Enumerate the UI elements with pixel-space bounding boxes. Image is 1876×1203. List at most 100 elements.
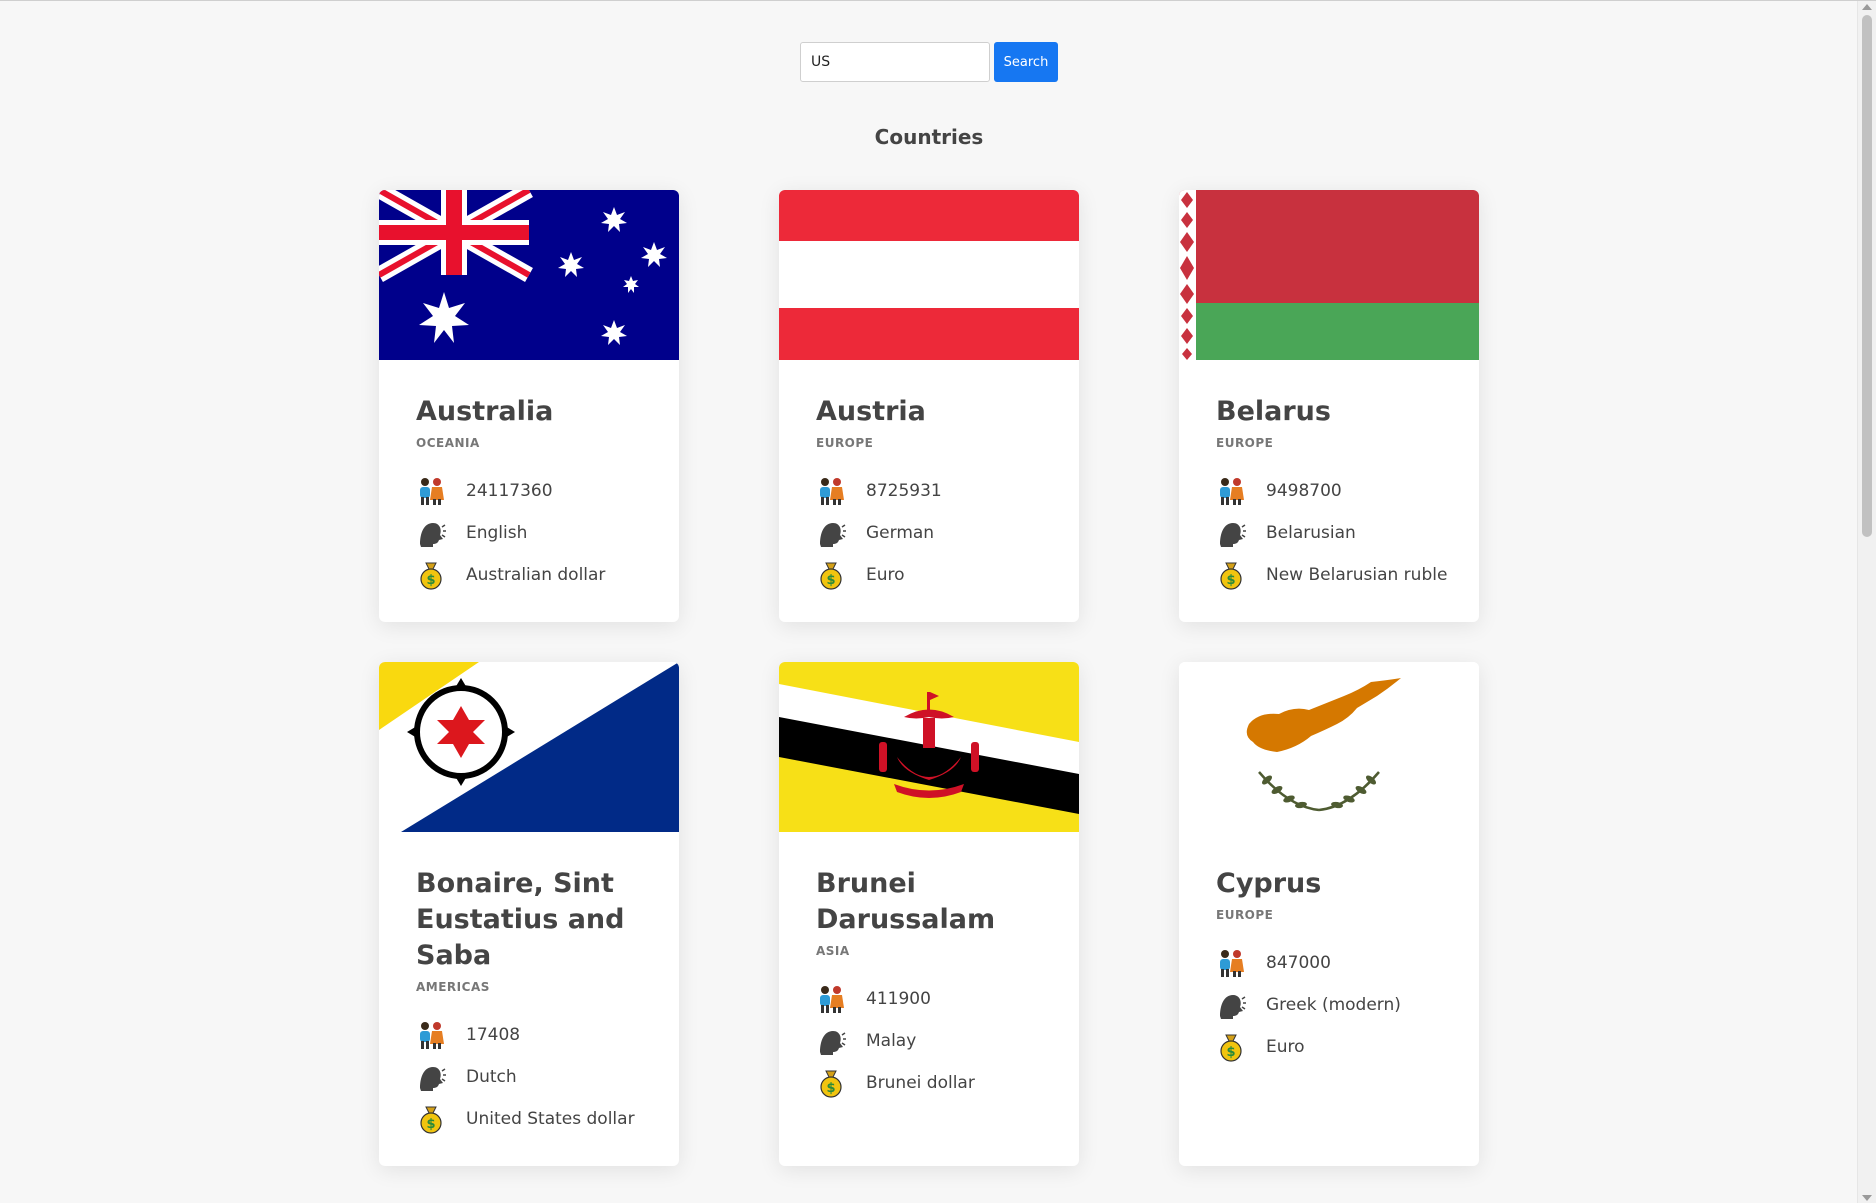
country-card[interactable]: Bonaire, Sint Eustatius and Saba AMERICA… xyxy=(379,662,679,1166)
people-icon xyxy=(1220,478,1244,505)
svg-text:$: $ xyxy=(826,573,835,588)
country-region: EUROPE xyxy=(1216,436,1274,450)
population-row: 8725931 xyxy=(816,476,1042,506)
country-card-wrapper: Brunei Darussalam ASIA 411900 Malay $ Br… xyxy=(779,662,1079,1166)
country-card[interactable]: Australia OCEANIA 24117360 English $ Aus… xyxy=(379,190,679,622)
country-card[interactable]: Brunei Darussalam ASIA 411900 Malay $ Br… xyxy=(779,662,1079,1166)
search-button[interactable]: Search xyxy=(994,42,1058,82)
page: Search Countries xyxy=(0,0,1876,1203)
language-row: Malay xyxy=(816,1026,1042,1056)
population-row: 9498700 xyxy=(1216,476,1442,506)
svg-text:$: $ xyxy=(426,573,435,588)
speaking-head-icon xyxy=(1220,995,1246,1019)
search-bar: Search xyxy=(800,42,1058,82)
population-value: 847000 xyxy=(1266,953,1331,973)
speaking-head-icon xyxy=(420,1067,446,1091)
money-bag-icon: $ xyxy=(820,1070,842,1098)
population-value: 17408 xyxy=(466,1025,521,1045)
currency-row: $ Brunei dollar xyxy=(816,1068,1042,1098)
country-name: Belarus xyxy=(1216,396,1331,427)
country-region: OCEANIA xyxy=(416,436,480,450)
speaking-head-icon xyxy=(420,523,446,547)
country-card-wrapper: Australia OCEANIA 24117360 English $ Aus… xyxy=(379,190,679,622)
belarus-flag xyxy=(1179,190,1479,360)
population-value: 8725931 xyxy=(866,481,942,501)
svg-text:$: $ xyxy=(1226,1045,1235,1060)
language-value: Dutch xyxy=(466,1067,517,1087)
language-value: Greek (modern) xyxy=(1266,995,1401,1015)
currency-value: Euro xyxy=(866,565,905,585)
country-region: AMERICAS xyxy=(416,980,490,994)
country-name: Cyprus xyxy=(1216,868,1322,899)
speaking-head-icon xyxy=(1220,523,1246,547)
country-name: Austria xyxy=(816,396,926,427)
currency-value: Brunei dollar xyxy=(866,1073,975,1093)
language-row: Belarusian xyxy=(1216,518,1442,548)
currency-value: Euro xyxy=(1266,1037,1305,1057)
country-card-wrapper: Cyprus EUROPE 847000 Greek (modern) $ Eu… xyxy=(1179,662,1479,1166)
currency-row: $ United States dollar xyxy=(416,1104,642,1134)
population-value: 24117360 xyxy=(466,481,553,501)
money-bag-icon: $ xyxy=(420,1106,442,1134)
currency-value: Australian dollar xyxy=(466,565,606,585)
currency-row: $ Euro xyxy=(816,560,1042,590)
currency-value: New Belarusian ruble xyxy=(1266,565,1448,585)
svg-text:$: $ xyxy=(1226,573,1235,588)
people-icon xyxy=(1220,950,1244,977)
scrollbar-thumb[interactable] xyxy=(1862,15,1872,537)
population-value: 9498700 xyxy=(1266,481,1342,501)
bonaire-flag xyxy=(379,662,679,832)
language-row: Dutch xyxy=(416,1062,642,1092)
currency-row: $ Australian dollar xyxy=(416,560,642,590)
money-bag-icon: $ xyxy=(420,562,442,590)
speaking-head-icon xyxy=(820,1031,846,1055)
country-name: Bonaire, Sint Eustatius and Saba xyxy=(416,868,625,971)
country-card-wrapper: Belarus EUROPE 9498700 Belarusian $ New … xyxy=(1179,190,1479,622)
language-row: English xyxy=(416,518,642,548)
currency-value: United States dollar xyxy=(466,1109,635,1129)
country-name: Brunei Darussalam xyxy=(816,868,996,935)
language-value: Belarusian xyxy=(1266,523,1356,543)
cyprus-flag xyxy=(1179,662,1479,832)
search-input[interactable] xyxy=(800,42,990,82)
money-bag-icon: $ xyxy=(820,562,842,590)
scroll-up-icon[interactable] xyxy=(1862,4,1872,10)
people-icon xyxy=(420,1022,444,1049)
currency-row: $ Euro xyxy=(1216,1032,1442,1062)
language-value: English xyxy=(466,523,528,543)
country-card[interactable]: Austria EUROPE 8725931 German $ Euro xyxy=(779,190,1079,622)
language-row: Greek (modern) xyxy=(1216,990,1442,1020)
austria-flag xyxy=(779,190,1079,360)
language-value: Malay xyxy=(866,1031,917,1051)
language-value: German xyxy=(866,523,935,543)
people-icon xyxy=(820,478,844,505)
svg-text:$: $ xyxy=(426,1117,435,1132)
population-row: 411900 xyxy=(816,984,1042,1014)
country-region: ASIA xyxy=(816,944,850,958)
money-bag-icon: $ xyxy=(1220,562,1242,590)
population-row: 24117360 xyxy=(416,476,642,506)
country-card[interactable]: Belarus EUROPE 9498700 Belarusian $ New … xyxy=(1179,190,1479,622)
currency-row: $ New Belarusian ruble xyxy=(1216,560,1447,590)
brunei-flag xyxy=(779,662,1079,832)
language-row: German xyxy=(816,518,1042,548)
country-card-wrapper: Bonaire, Sint Eustatius and Saba AMERICA… xyxy=(379,662,679,1166)
people-icon xyxy=(420,478,444,505)
svg-text:$: $ xyxy=(826,1081,835,1096)
scroll-down-icon[interactable] xyxy=(1862,1195,1872,1201)
countries-grid: Australia OCEANIA 24117360 English $ Aus… xyxy=(379,190,1479,1166)
country-card-wrapper: Austria EUROPE 8725931 German $ Euro xyxy=(779,190,1079,622)
money-bag-icon: $ xyxy=(1220,1034,1242,1062)
country-region: EUROPE xyxy=(1216,908,1274,922)
page-title: Countries xyxy=(874,125,984,149)
page-scrollbar[interactable] xyxy=(1857,1,1876,1203)
country-card[interactable]: Cyprus EUROPE 847000 Greek (modern) $ Eu… xyxy=(1179,662,1479,1166)
population-row: 847000 xyxy=(1216,948,1442,978)
population-row: 17408 xyxy=(416,1020,642,1050)
people-icon xyxy=(820,986,844,1013)
australia-flag xyxy=(379,190,679,360)
population-value: 411900 xyxy=(866,989,931,1009)
country-region: EUROPE xyxy=(816,436,874,450)
country-name: Australia xyxy=(416,396,554,427)
speaking-head-icon xyxy=(820,523,846,547)
